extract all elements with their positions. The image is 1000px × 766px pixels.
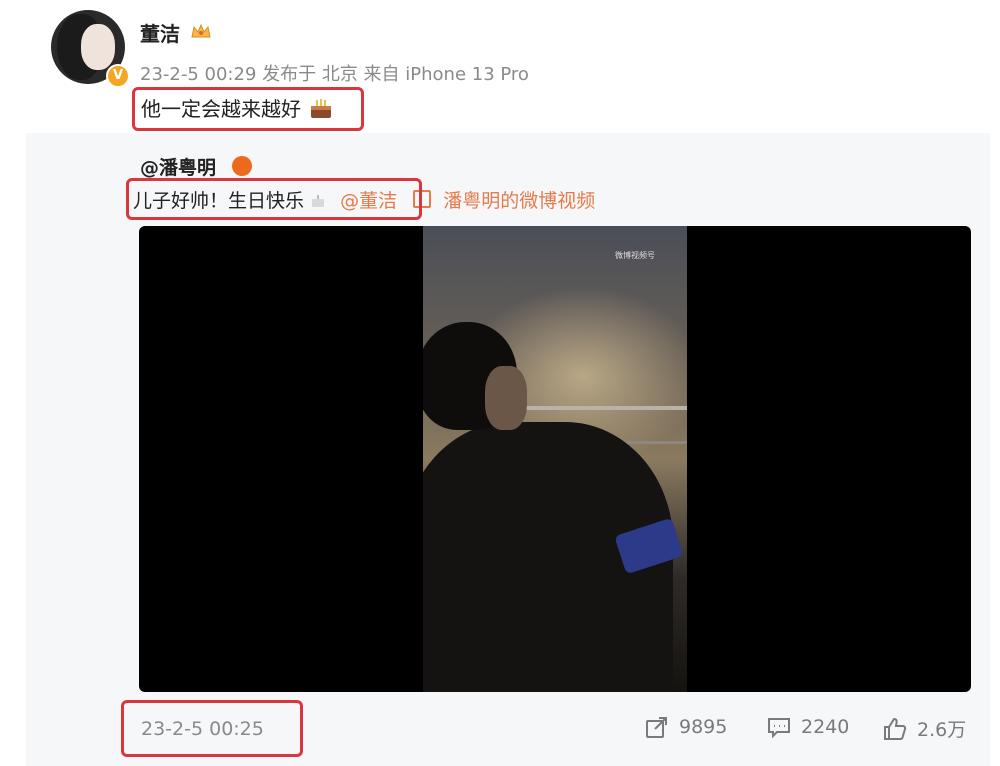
highlight-repost-time <box>121 700 303 757</box>
verified-badge-icon: V <box>106 64 130 88</box>
like-stat[interactable]: 2.6万 <box>883 715 966 742</box>
video-watermark: 微博视频号 <box>615 251 655 260</box>
video-player[interactable]: 微博视频号 <box>139 226 971 692</box>
repost-author[interactable]: @潘粤明 <box>140 153 216 180</box>
comment-count: 2240 <box>801 716 850 738</box>
post-meta: 23-2-5 00:29 发布于 北京 来自 iPhone 13 Pro <box>140 64 529 85</box>
highlight-repost-text <box>126 178 422 220</box>
comment-stat[interactable]: 2240 <box>767 715 849 739</box>
crown-icon <box>191 23 211 38</box>
video-link[interactable]: 潘粤明的微博视频 <box>443 190 595 212</box>
author-name[interactable]: 董洁 <box>140 18 180 47</box>
video-frame: 微博视频号 <box>423 226 687 692</box>
share-stat[interactable]: 9895 <box>645 715 727 739</box>
comment-icon <box>768 718 790 739</box>
repost-verified-icon <box>232 156 252 176</box>
share-count: 9895 <box>679 716 728 738</box>
like-count: 2.6万 <box>917 719 967 741</box>
share-icon <box>646 717 667 738</box>
like-icon <box>884 717 907 740</box>
highlight-post-text <box>132 87 364 131</box>
